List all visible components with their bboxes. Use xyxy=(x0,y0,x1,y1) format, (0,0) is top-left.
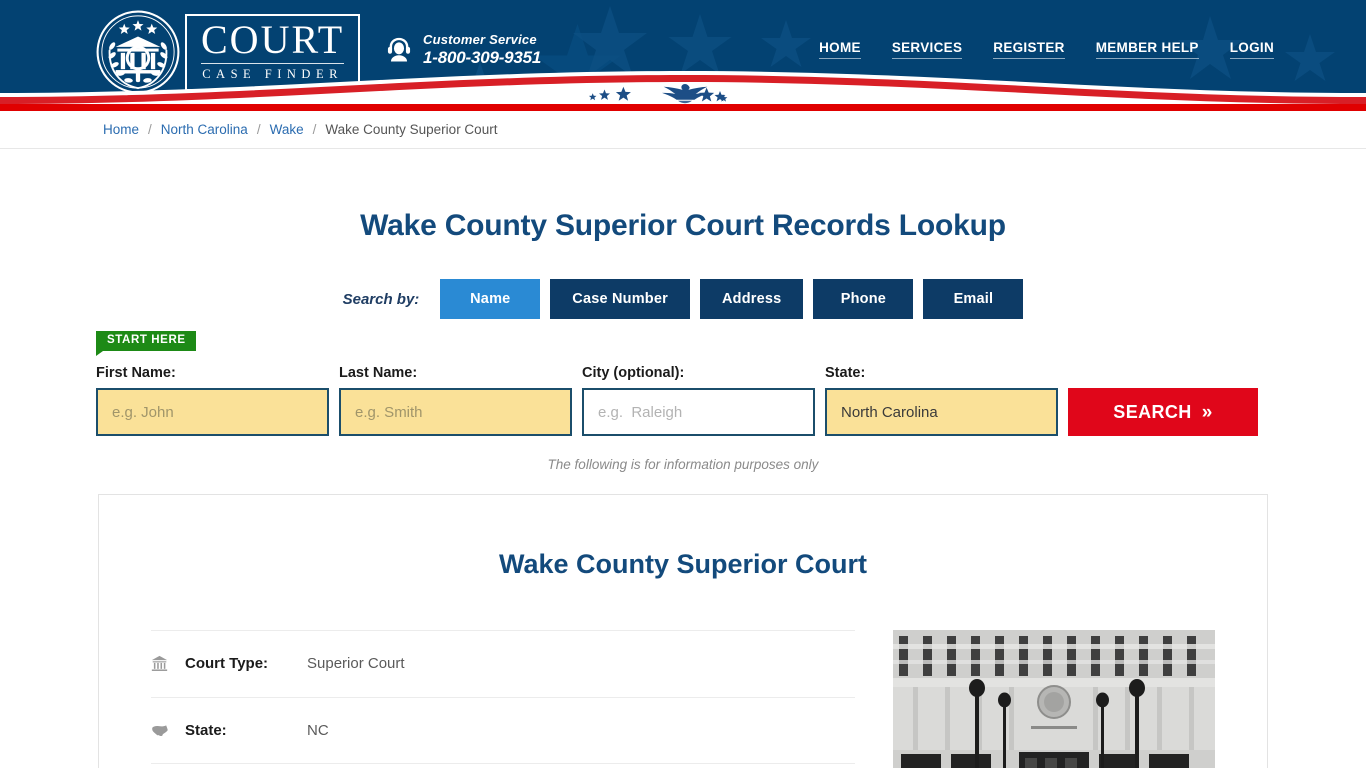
search-by-tabs: Search by: Name Case Number Address Phon… xyxy=(0,279,1366,319)
map-icon xyxy=(152,724,168,736)
detail-value: Wake xyxy=(307,764,855,768)
eagle-stars-emblem-icon xyxy=(588,84,728,104)
page-title: Wake County Superior Court Records Looku… xyxy=(360,209,1006,242)
search-form: START HERE First Name: Last Name: City (… xyxy=(96,319,1270,472)
search-form-row: First Name: Last Name: City (optional): … xyxy=(96,365,1270,436)
nav-item-services[interactable]: SERVICES xyxy=(891,40,963,59)
city-input[interactable] xyxy=(582,388,815,436)
tab-phone[interactable]: Phone xyxy=(813,279,914,319)
detail-key: Court Type: xyxy=(185,655,269,673)
search-button-label: SEARCH xyxy=(1113,401,1192,422)
detail-key: County: xyxy=(185,764,307,768)
bank-institution-icon xyxy=(151,656,168,672)
nav-item-home[interactable]: HOME xyxy=(819,40,861,59)
nav-item-member-help[interactable]: MEMBER HELP xyxy=(1095,40,1199,59)
breadcrumb: Home / North Carolina / Wake / Wake Coun… xyxy=(103,122,497,137)
breadcrumb-separator: / xyxy=(312,122,317,137)
table-row: State: NC xyxy=(151,697,855,764)
detail-value: Superior Court xyxy=(307,655,405,673)
breadcrumb-item-north-carolina[interactable]: North Carolina xyxy=(161,122,248,137)
court-detail-table: Court Type: Superior Court State: NC xyxy=(151,630,855,768)
tab-name[interactable]: Name xyxy=(440,279,541,319)
breadcrumb-separator: / xyxy=(148,122,152,137)
customer-service-block[interactable]: Customer Service 1-800-309-9351 xyxy=(384,33,541,66)
logo-word-main: COURT xyxy=(201,16,345,62)
state-select[interactable]: North Carolina xyxy=(825,388,1058,436)
city-label: City (optional): xyxy=(582,365,685,381)
tab-address[interactable]: Address xyxy=(699,279,804,319)
breadcrumb-bar: Home / North Carolina / Wake / Wake Coun… xyxy=(0,111,1366,149)
search-button[interactable]: SEARCH » xyxy=(1068,388,1258,436)
table-row: Court Type: Superior Court xyxy=(151,630,855,698)
detail-key: State: xyxy=(185,722,227,740)
breadcrumb-item-current: Wake County Superior Court xyxy=(325,122,498,137)
field-first-name: First Name: xyxy=(96,365,329,436)
last-name-input[interactable] xyxy=(339,388,572,436)
detail-value: NC xyxy=(307,722,329,740)
field-city: City (optional): xyxy=(582,365,815,436)
start-here-badge: START HERE xyxy=(96,331,196,355)
breadcrumb-item-home[interactable]: Home xyxy=(103,122,139,137)
disclaimer-text: The following is for information purpose… xyxy=(547,457,819,472)
headset-support-icon xyxy=(387,37,411,62)
field-last-name: Last Name: xyxy=(339,365,572,436)
chevron-right-icon: » xyxy=(1201,401,1213,423)
court-info-card: Wake County Superior Court Court Type: S… xyxy=(98,494,1268,768)
first-name-input[interactable] xyxy=(96,388,329,436)
last-name-label: Last Name: xyxy=(339,365,418,381)
breadcrumb-separator: / xyxy=(256,122,261,137)
first-name-label: First Name: xyxy=(96,365,176,381)
state-label: State: xyxy=(825,365,866,381)
nav-item-login[interactable]: LOGIN xyxy=(1229,40,1274,59)
court-card-body: Court Type: Superior Court State: NC xyxy=(151,630,1215,768)
main-navigation: HOME SERVICES REGISTER MEMBER HELP LOGIN xyxy=(819,40,1274,59)
bank-institution-icon-cell xyxy=(151,631,185,698)
tab-case-number[interactable]: Case Number xyxy=(550,279,690,319)
nav-item-register[interactable]: REGISTER xyxy=(993,40,1065,59)
map-icon-cell xyxy=(151,697,185,764)
court-card-title: Wake County Superior Court xyxy=(498,549,868,579)
tab-email[interactable]: Email xyxy=(923,279,1024,319)
field-state: State: North Carolina xyxy=(825,365,1058,436)
customer-service-phone[interactable]: 1-800-309-9351 xyxy=(423,48,541,67)
breadcrumb-item-wake[interactable]: Wake xyxy=(270,122,304,137)
courthouse-photo-image xyxy=(893,630,1215,768)
customer-service-label: Customer Service xyxy=(423,32,537,47)
courthouse-photo xyxy=(893,630,1215,768)
table-row: County: Wake xyxy=(151,763,855,768)
search-by-label: Search by: xyxy=(342,290,420,308)
flag-icon-cell xyxy=(151,764,185,768)
